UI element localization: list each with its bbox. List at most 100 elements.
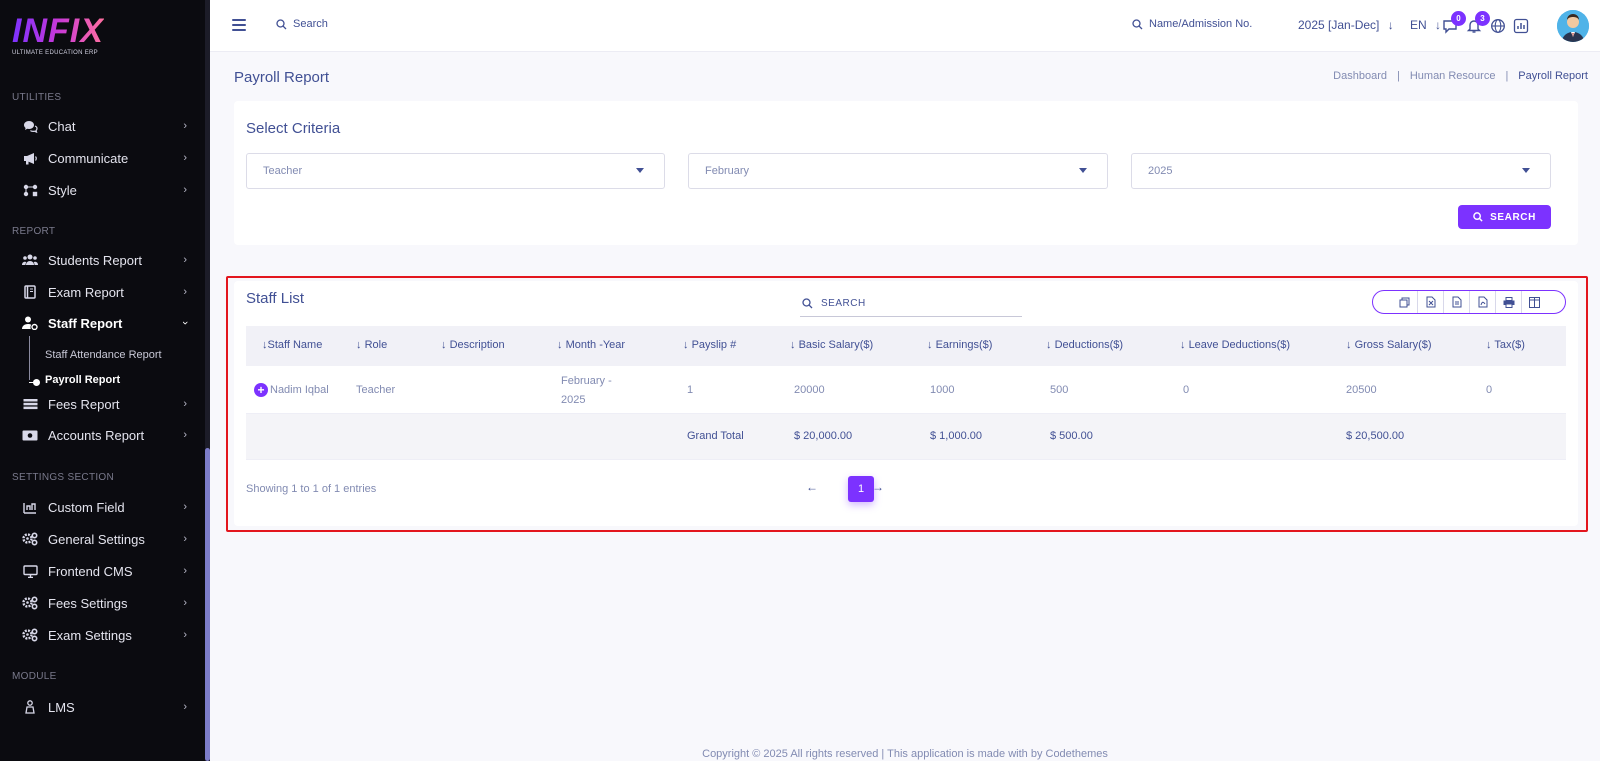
sidebar-item-lms[interactable]: LMS › bbox=[0, 693, 205, 721]
footer-copyright: Copyright © 2025 All rights reserved | T… bbox=[702, 748, 1108, 760]
criteria-search-button[interactable]: SEARCH bbox=[1458, 205, 1551, 229]
total-basic-salary: $ 20,000.00 bbox=[794, 430, 853, 442]
total-gross-salary: $ 20,500.00 bbox=[1346, 430, 1405, 442]
gears-icon bbox=[22, 531, 38, 547]
table-search-input[interactable]: SEARCH bbox=[800, 290, 1022, 317]
chevron-right-icon: › bbox=[183, 597, 187, 609]
columns-icon bbox=[1529, 296, 1540, 308]
sidebar-item-chat[interactable]: Chat › bbox=[0, 112, 205, 140]
sidebar-item-label: Staff Report bbox=[48, 315, 123, 331]
header-search[interactable]: Search bbox=[276, 18, 328, 30]
col-label: Earnings($) bbox=[935, 339, 993, 351]
cell-payslip: 1 bbox=[687, 384, 694, 396]
col-month-year[interactable]: ↓ Month -Year bbox=[557, 339, 625, 351]
column-visibility-button[interactable] bbox=[1521, 291, 1547, 313]
copy-icon bbox=[1399, 297, 1409, 307]
cell-deductions: 500 bbox=[1050, 384, 1069, 396]
sidebar-item-accounts-report[interactable]: Accounts Report › bbox=[0, 421, 205, 449]
breadcrumb-dashboard[interactable]: Dashboard bbox=[1333, 70, 1387, 82]
breadcrumb-human-resource[interactable]: Human Resource bbox=[1410, 70, 1496, 82]
sidebar-subitem-payroll-report[interactable]: Payroll Report bbox=[45, 374, 120, 386]
page-title: Payroll Report bbox=[234, 69, 330, 86]
gears-icon bbox=[22, 627, 38, 643]
sidebar-item-staff-report[interactable]: Staff Report › bbox=[0, 309, 205, 337]
month-select-value: February bbox=[705, 165, 750, 177]
pagination-prev-icon[interactable]: ← bbox=[806, 480, 818, 494]
pagination-next-icon[interactable]: → bbox=[872, 480, 884, 494]
language-value: EN bbox=[1410, 18, 1427, 32]
notifications-button[interactable]: 3 bbox=[1466, 11, 1490, 34]
criteria-search-label: SEARCH bbox=[1490, 211, 1536, 223]
search-icon bbox=[1473, 212, 1483, 222]
logo-text: INFIX bbox=[12, 12, 104, 50]
role-select[interactable]: Teacher bbox=[246, 153, 665, 189]
sidebar-scrollbar-thumb[interactable] bbox=[205, 448, 210, 761]
academic-year-select[interactable]: 2025 [Jan-Dec] ↓ bbox=[1298, 18, 1394, 32]
sidebar-item-style[interactable]: Style › bbox=[0, 176, 205, 204]
export-button-group bbox=[1372, 290, 1566, 314]
section-settings: SETTINGS SECTION bbox=[12, 472, 115, 483]
col-role[interactable]: ↓ Role bbox=[356, 339, 387, 351]
sidebar: INFIX ULTIMATE EDUCATION ERP UTILITIES C… bbox=[0, 0, 210, 761]
sidebar-item-communicate[interactable]: Communicate › bbox=[0, 144, 205, 172]
cell-tax: 0 bbox=[1486, 384, 1493, 396]
csv-button[interactable] bbox=[1443, 291, 1469, 313]
sidebar-item-custom-field[interactable]: Custom Field › bbox=[0, 493, 205, 521]
staff-list-card: Staff List SEARCH ↓Staff Name ↓ Role ↓ D… bbox=[234, 281, 1578, 526]
pdf-button[interactable] bbox=[1469, 291, 1495, 313]
sidebar-item-fees-report[interactable]: Fees Report › bbox=[0, 390, 205, 418]
col-payslip[interactable]: ↓ Payslip # bbox=[683, 339, 736, 351]
month-select[interactable]: February bbox=[688, 153, 1108, 189]
year-select[interactable]: 2025 bbox=[1131, 153, 1551, 189]
accounts-icon bbox=[22, 427, 38, 443]
sidebar-item-label: Frontend CMS bbox=[48, 563, 133, 579]
grand-total-row: Grand Total $ 20,000.00 $ 1,000.00 $ 500… bbox=[246, 414, 1566, 460]
sidebar-scrollbar[interactable] bbox=[205, 0, 210, 761]
cell-month-line2: 2025 bbox=[561, 394, 586, 406]
logo[interactable]: INFIX ULTIMATE EDUCATION ERP bbox=[12, 14, 104, 56]
sidebar-item-students-report[interactable]: Students Report › bbox=[0, 246, 205, 274]
total-earnings: $ 1,000.00 bbox=[930, 430, 982, 442]
logo-tagline: ULTIMATE EDUCATION ERP bbox=[12, 50, 98, 56]
sort-arrow-icon: ↓ bbox=[683, 339, 689, 351]
col-label: Gross Salary($) bbox=[1354, 339, 1432, 351]
pagination-page-current[interactable]: 1 bbox=[848, 476, 874, 502]
print-button[interactable] bbox=[1495, 291, 1521, 313]
col-earnings[interactable]: ↓ Earnings($) bbox=[927, 339, 992, 351]
messages-button[interactable]: 0 bbox=[1442, 11, 1466, 34]
col-staff-name[interactable]: ↓Staff Name bbox=[262, 339, 322, 351]
name-admission-search[interactable]: Name/Admission No. bbox=[1132, 18, 1252, 30]
col-gross-salary[interactable]: ↓ Gross Salary($) bbox=[1346, 339, 1432, 351]
col-basic-salary[interactable]: ↓ Basic Salary($) bbox=[790, 339, 873, 351]
year-select-value: 2025 bbox=[1148, 165, 1173, 177]
menu-toggle-icon[interactable] bbox=[232, 19, 246, 31]
sidebar-item-frontend-cms[interactable]: Frontend CMS › bbox=[0, 557, 205, 585]
sort-arrow-icon: ↓ bbox=[790, 339, 796, 351]
copy-button[interactable] bbox=[1391, 291, 1417, 313]
cell-leave-deductions: 0 bbox=[1183, 384, 1190, 396]
academic-year-value: 2025 [Jan-Dec] bbox=[1298, 18, 1380, 32]
search-icon bbox=[802, 297, 813, 308]
sidebar-item-general-settings[interactable]: General Settings › bbox=[0, 525, 205, 553]
sidebar-item-exam-settings[interactable]: Exam Settings › bbox=[0, 621, 205, 649]
chart-icon bbox=[1513, 18, 1529, 34]
sidebar-item-exam-report[interactable]: Exam Report › bbox=[0, 278, 205, 306]
col-deductions[interactable]: ↓ Deductions($) bbox=[1046, 339, 1123, 351]
col-tax[interactable]: ↓ Tax($) bbox=[1486, 339, 1525, 351]
col-leave-deductions[interactable]: ↓ Leave Deductions($) bbox=[1180, 339, 1290, 351]
sidebar-subitem-staff-attendance-report[interactable]: Staff Attendance Report bbox=[45, 349, 162, 361]
website-button[interactable] bbox=[1490, 18, 1506, 34]
col-description[interactable]: ↓ Description bbox=[441, 339, 505, 351]
language-select[interactable]: EN ↓ bbox=[1410, 18, 1441, 32]
expand-row-icon[interactable]: + bbox=[254, 383, 268, 397]
sidebar-item-label: Exam Settings bbox=[48, 627, 132, 643]
search-icon bbox=[1132, 18, 1143, 29]
col-label: Staff Name bbox=[267, 339, 323, 351]
sidebar-item-fees-settings[interactable]: Fees Settings › bbox=[0, 589, 205, 617]
monitor-icon bbox=[22, 563, 38, 579]
table-row: + Nadim Iqbal Teacher February - 2025 1 … bbox=[246, 366, 1566, 414]
user-avatar[interactable] bbox=[1557, 10, 1589, 42]
style-icon bbox=[22, 182, 38, 198]
dashboard-stats-button[interactable] bbox=[1513, 18, 1529, 34]
excel-button[interactable] bbox=[1417, 291, 1443, 313]
